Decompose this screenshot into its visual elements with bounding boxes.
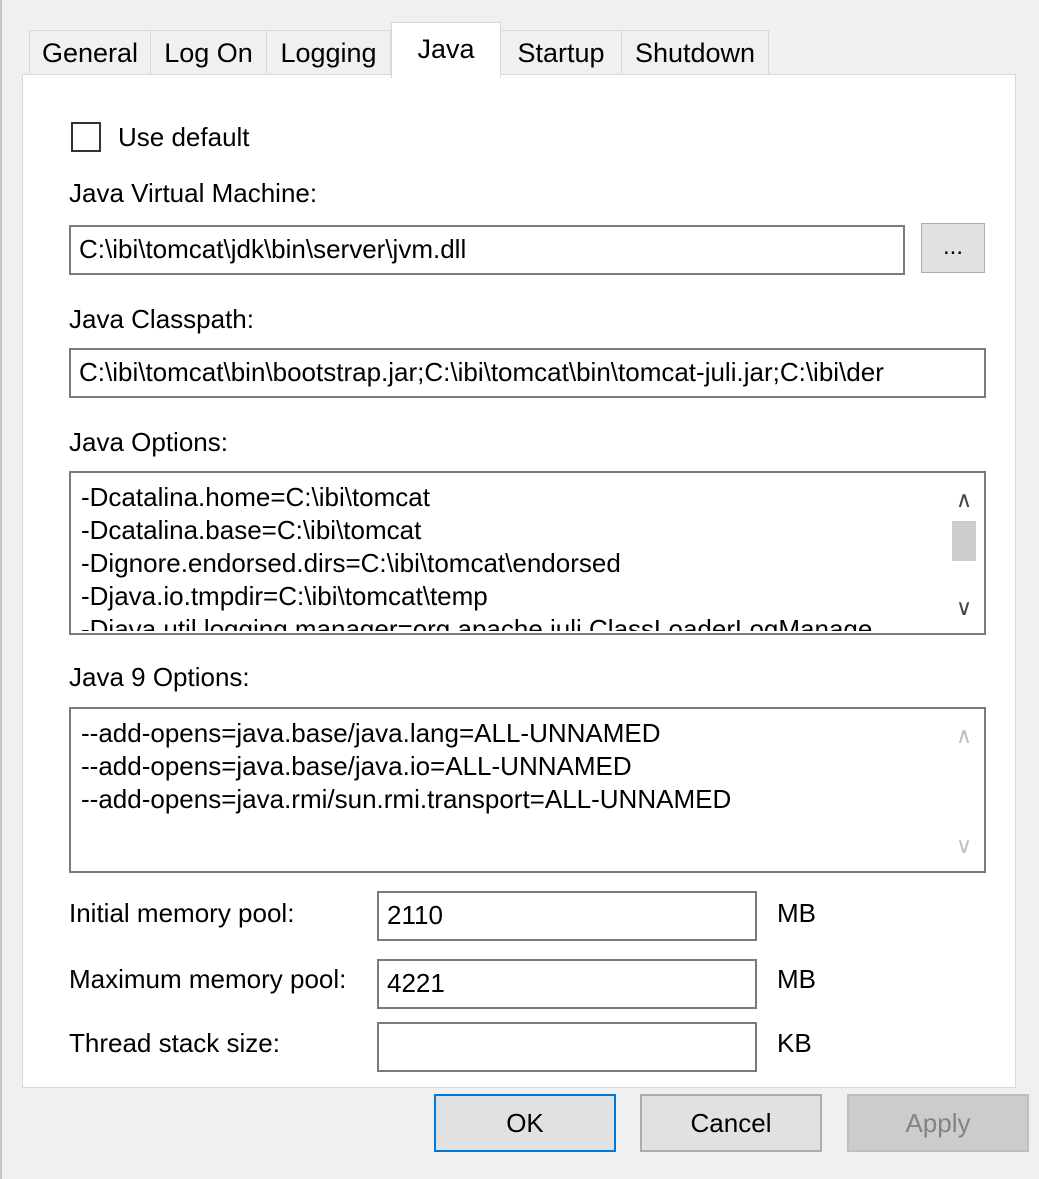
java-option-line: -Djava.io.tmpdir=C:\ibi\tomcat\temp <box>81 581 488 611</box>
cancel-button[interactable]: Cancel <box>640 1094 822 1152</box>
java-options-label: Java Options: <box>69 427 228 457</box>
initial-memory-unit: MB <box>777 898 816 928</box>
java9-options-textarea[interactable]: --add-opens=java.base/java.lang=ALL-UNNA… <box>69 707 986 873</box>
chevron-up-icon[interactable]: ∧ <box>944 485 984 515</box>
java9-option-line: --add-opens=java.base/java.lang=ALL-UNNA… <box>81 718 661 748</box>
tab-shutdown[interactable]: Shutdown <box>621 30 769 76</box>
browse-jvm-button[interactable]: ... <box>921 223 985 273</box>
service-properties-dialog: General Log On Logging Java Startup Shut… <box>0 0 1039 1179</box>
java-tab-panel: Use default Java Virtual Machine: C:\ibi… <box>22 74 1016 1088</box>
jvm-path-field[interactable]: C:\ibi\tomcat\jdk\bin\server\jvm.dll <box>69 225 905 275</box>
chevron-down-icon[interactable]: ∨ <box>944 593 984 623</box>
tab-log-on[interactable]: Log On <box>150 30 267 76</box>
tab-startup[interactable]: Startup <box>500 30 622 76</box>
maximum-memory-unit: MB <box>777 964 816 994</box>
thread-stack-field[interactable] <box>377 1022 757 1072</box>
ok-button[interactable]: OK <box>434 1094 616 1152</box>
tab-java[interactable]: Java <box>391 22 501 78</box>
java-options-scrollbar[interactable]: ∧ ∨ <box>944 473 984 633</box>
thread-stack-label: Thread stack size: <box>69 1028 280 1058</box>
chevron-up-icon: ∧ <box>955 723 973 748</box>
java-option-line: -Dcatalina.home=C:\ibi\tomcat <box>81 482 430 512</box>
maximum-memory-field[interactable]: 4221 <box>377 959 757 1009</box>
java-options-textarea[interactable]: -Dcatalina.home=C:\ibi\tomcat -Dcatalina… <box>69 471 986 635</box>
use-default-checkbox[interactable] <box>71 122 101 152</box>
jvm-label: Java Virtual Machine: <box>69 178 318 208</box>
maximum-memory-label: Maximum memory pool: <box>69 964 347 994</box>
scrollbar-thumb[interactable] <box>952 521 976 561</box>
initial-memory-field[interactable]: 2110 <box>377 891 757 941</box>
java9-options-label: Java 9 Options: <box>69 662 250 692</box>
java9-option-line: --add-opens=java.rmi/sun.rmi.transport=A… <box>81 784 732 814</box>
classpath-label: Java Classpath: <box>69 304 254 334</box>
tab-general[interactable]: General <box>29 30 151 76</box>
java-option-line: -Djava.util.logging.manager=org.apache.j… <box>81 614 873 631</box>
classpath-field[interactable]: C:\ibi\tomcat\bin\bootstrap.jar;C:\ibi\t… <box>69 348 986 398</box>
initial-memory-label: Initial memory pool: <box>69 898 295 928</box>
apply-button: Apply <box>847 1094 1029 1152</box>
window-edge <box>0 0 2 1179</box>
tab-logging[interactable]: Logging <box>266 30 391 76</box>
chevron-down-icon: ∨ <box>955 833 973 858</box>
thread-stack-unit: KB <box>777 1028 812 1058</box>
java-options-lines: -Dcatalina.home=C:\ibi\tomcat -Dcatalina… <box>81 481 936 631</box>
java-option-line: -Dignore.endorsed.dirs=C:\ibi\tomcat\end… <box>81 548 621 578</box>
java9-option-line: --add-opens=java.base/java.io=ALL-UNNAME… <box>81 751 632 781</box>
use-default-label: Use default <box>118 122 250 152</box>
java-option-line: -Dcatalina.base=C:\ibi\tomcat <box>81 515 422 545</box>
java9-options-lines: --add-opens=java.base/java.lang=ALL-UNNA… <box>81 717 936 867</box>
java9-options-scrollbar: ∧ ∨ <box>944 709 984 871</box>
